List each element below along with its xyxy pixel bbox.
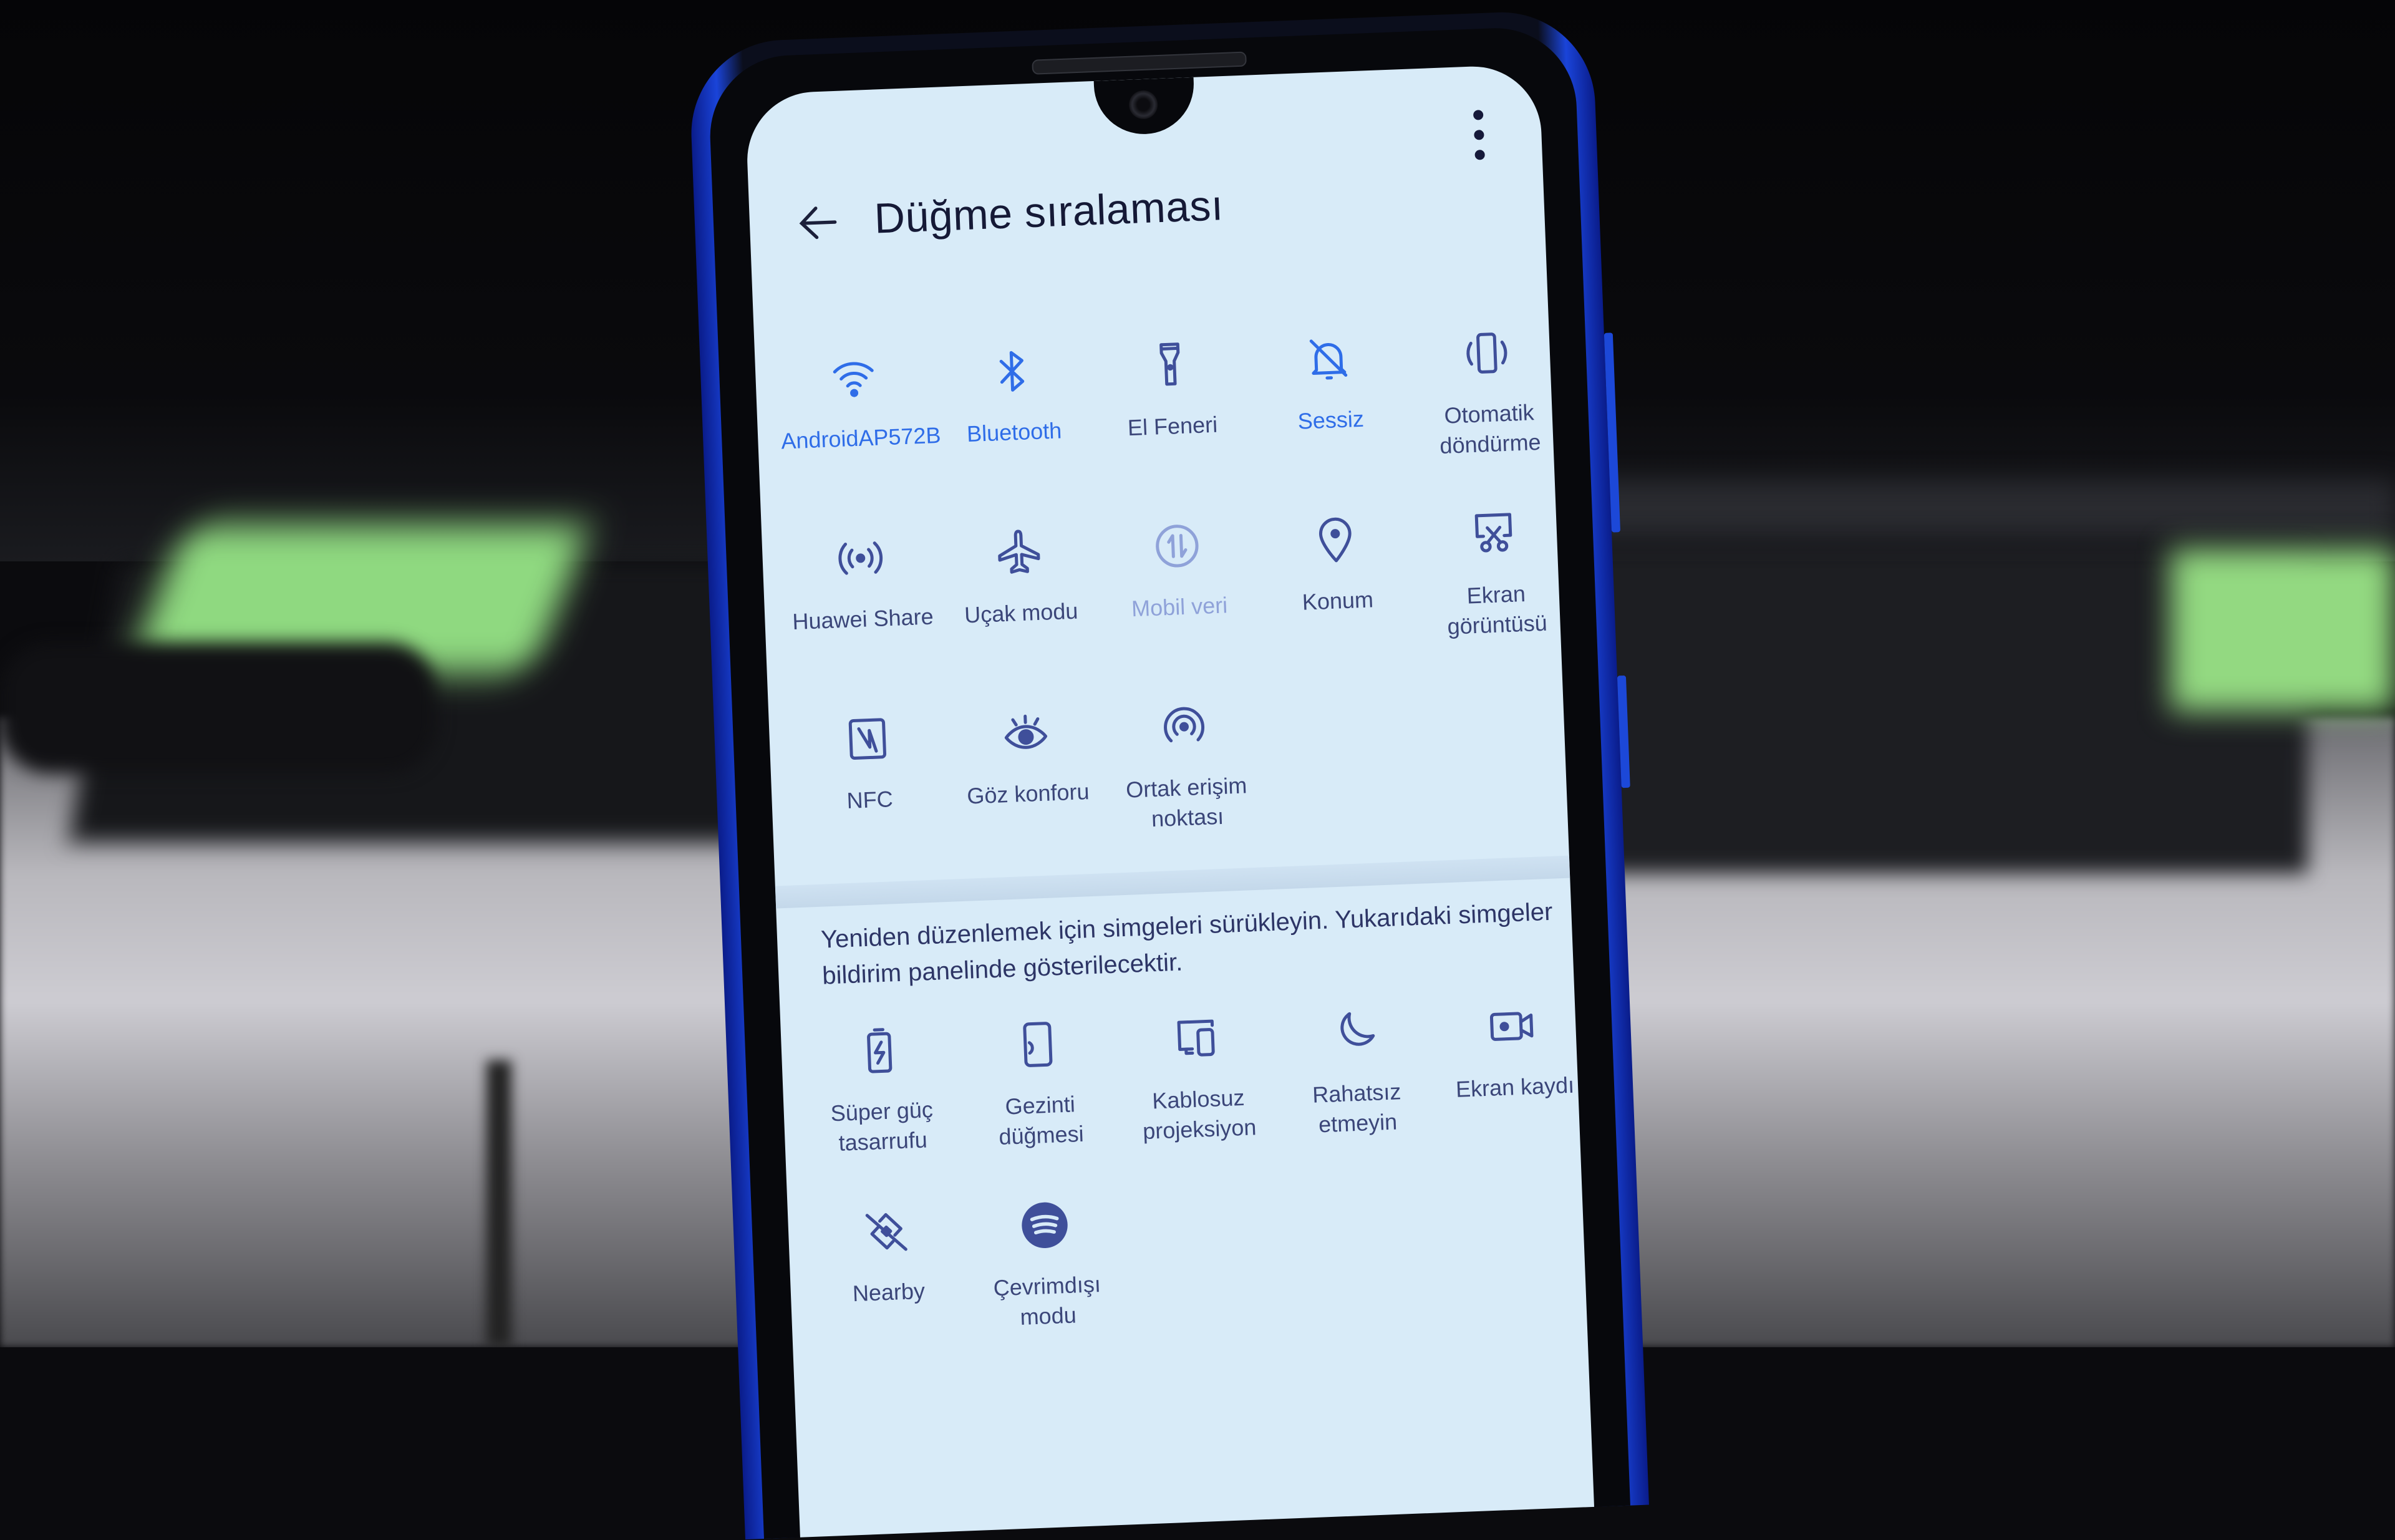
quick-tile-flashlight[interactable]: El Feneri bbox=[1089, 312, 1254, 500]
quick-tile-label: Uçak modu bbox=[964, 598, 1079, 628]
quick-tile-label: AndroidAP572B bbox=[780, 422, 942, 454]
quick-tile-label: Otomatik döndürme bbox=[1439, 399, 1542, 459]
wireless-projection-icon bbox=[1170, 1012, 1222, 1064]
quick-tile-moon[interactable]: Rahatsız etmeyin bbox=[1274, 979, 1439, 1166]
blurred-cable bbox=[486, 1060, 511, 1347]
nearby-off-icon bbox=[861, 1206, 912, 1257]
quick-tile-huawei-share[interactable]: Huawei Share bbox=[780, 505, 945, 692]
flashlight-icon bbox=[1144, 339, 1196, 391]
page-title: Düğme sıralaması bbox=[873, 182, 1224, 243]
quick-tile-label: Çevrimdışı modu bbox=[993, 1271, 1101, 1330]
front-camera-icon bbox=[1128, 90, 1159, 120]
earpiece-speaker bbox=[1032, 51, 1247, 75]
camera-notch bbox=[1093, 77, 1196, 136]
quick-tile-label: NFC bbox=[846, 786, 894, 813]
quick-tile-label: Konum bbox=[1302, 586, 1374, 615]
back-button[interactable] bbox=[793, 197, 844, 249]
phone-body: Düğme sıralaması AndroidAP572B Bluetooth E… bbox=[687, 9, 1649, 1540]
arrow-left-icon bbox=[799, 206, 837, 240]
quick-tile-nearby-off[interactable]: Nearby bbox=[805, 1178, 970, 1365]
mobile-data-icon bbox=[1151, 520, 1203, 572]
phone-screen: Düğme sıralaması AndroidAP572B Bluetooth E… bbox=[745, 64, 1595, 1538]
moon-icon bbox=[1328, 1007, 1380, 1058]
quick-tile-label: Gezinti düğmesi bbox=[998, 1091, 1085, 1150]
hotspot-icon bbox=[1158, 701, 1210, 753]
quick-tile-label: Huawei Share bbox=[791, 603, 934, 635]
quick-tile-airplane[interactable]: Uçak modu bbox=[938, 499, 1103, 686]
quick-tile-label: Göz konforu bbox=[966, 778, 1090, 809]
spotify-icon bbox=[1019, 1199, 1071, 1251]
bluetooth-icon bbox=[986, 346, 1038, 397]
quick-tile-label: Bluetooth bbox=[966, 417, 1062, 447]
quick-tile-label: Ekran görüntüsü bbox=[1446, 581, 1548, 639]
quick-tile-spotify[interactable]: Çevrimdışı modu bbox=[964, 1173, 1129, 1360]
green-light-right bbox=[2170, 549, 2395, 711]
quick-tile-label: Süper güç tasarrufu bbox=[830, 1097, 934, 1156]
phone-bezel: Düğme sıralaması AndroidAP572B Bluetooth E… bbox=[707, 25, 1630, 1539]
eye-comfort-icon bbox=[1000, 707, 1052, 758]
quick-tile-screen-record[interactable]: Ekran kaydı bbox=[1431, 973, 1594, 1160]
volume-button bbox=[1604, 332, 1621, 533]
quick-tile-label: Mobil veri bbox=[1131, 592, 1228, 622]
wifi-icon bbox=[828, 352, 879, 404]
quick-tile-label: Sessiz bbox=[1297, 405, 1365, 434]
airplane-icon bbox=[993, 526, 1045, 578]
available-tiles-grid: Süper güç tasarrufu Gezinti düğmesi Kablos… bbox=[798, 973, 1594, 1365]
more-options-button[interactable] bbox=[1466, 104, 1493, 173]
quick-tile-label: Ekran kaydı bbox=[1455, 1072, 1575, 1102]
quick-tile-label: Kablosuz projeksiyon bbox=[1142, 1084, 1257, 1145]
location-pin-icon bbox=[1310, 514, 1362, 566]
quick-tile-label: Rahatsız etmeyin bbox=[1312, 1078, 1402, 1138]
auto-rotate-icon bbox=[1461, 327, 1512, 379]
quick-tile-battery-saver[interactable]: Süper güç tasarrufu bbox=[798, 997, 964, 1184]
power-button bbox=[1617, 675, 1630, 788]
quick-tile-bluetooth[interactable]: Bluetooth bbox=[931, 319, 1096, 506]
phone: Düğme sıralaması AndroidAP572B Bluetooth E… bbox=[674, 0, 1726, 1540]
quick-tile-navigation-dock[interactable]: Gezinti düğmesi bbox=[957, 992, 1122, 1179]
huawei-share-icon bbox=[835, 532, 886, 584]
screen-record-icon bbox=[1487, 1000, 1539, 1052]
quick-tile-hotspot[interactable]: Ortak erişim noktası bbox=[1103, 674, 1269, 861]
screenshot-icon bbox=[1468, 508, 1519, 559]
quick-tile-eye-comfort[interactable]: Göz konforu bbox=[945, 680, 1110, 867]
navigation-dock-icon bbox=[1012, 1019, 1063, 1070]
battery-saver-icon bbox=[854, 1025, 906, 1077]
quick-tile-auto-rotate[interactable]: Otomatik döndürme bbox=[1406, 300, 1571, 487]
nfc-icon bbox=[841, 713, 893, 765]
quick-tile-label: El Feneri bbox=[1127, 411, 1218, 441]
quick-tile-mobile-data[interactable]: Mobil veri bbox=[1096, 493, 1261, 680]
quick-tile-wireless-projection[interactable]: Kablosuz projeksiyon bbox=[1115, 986, 1280, 1173]
active-tiles-grid: AndroidAP572B Bluetooth El Feneri Sessiz Oto… bbox=[773, 300, 1585, 873]
quick-tile-label: Nearby bbox=[852, 1277, 926, 1307]
quick-tile-label: Ortak erişim noktası bbox=[1125, 772, 1247, 832]
quick-tile-location-pin[interactable]: Konum bbox=[1254, 487, 1420, 674]
quick-tile-bell-off[interactable]: Sessiz bbox=[1247, 306, 1413, 493]
quick-tile-nfc[interactable]: NFC bbox=[786, 686, 952, 873]
more-vertical-icon bbox=[1473, 110, 1484, 120]
quick-tile-wifi[interactable]: AndroidAP572B bbox=[773, 324, 942, 511]
blurred-remote bbox=[0, 642, 437, 773]
bell-off-icon bbox=[1303, 333, 1355, 385]
quick-tile-screenshot[interactable]: Ekran görüntüsü bbox=[1413, 481, 1578, 668]
